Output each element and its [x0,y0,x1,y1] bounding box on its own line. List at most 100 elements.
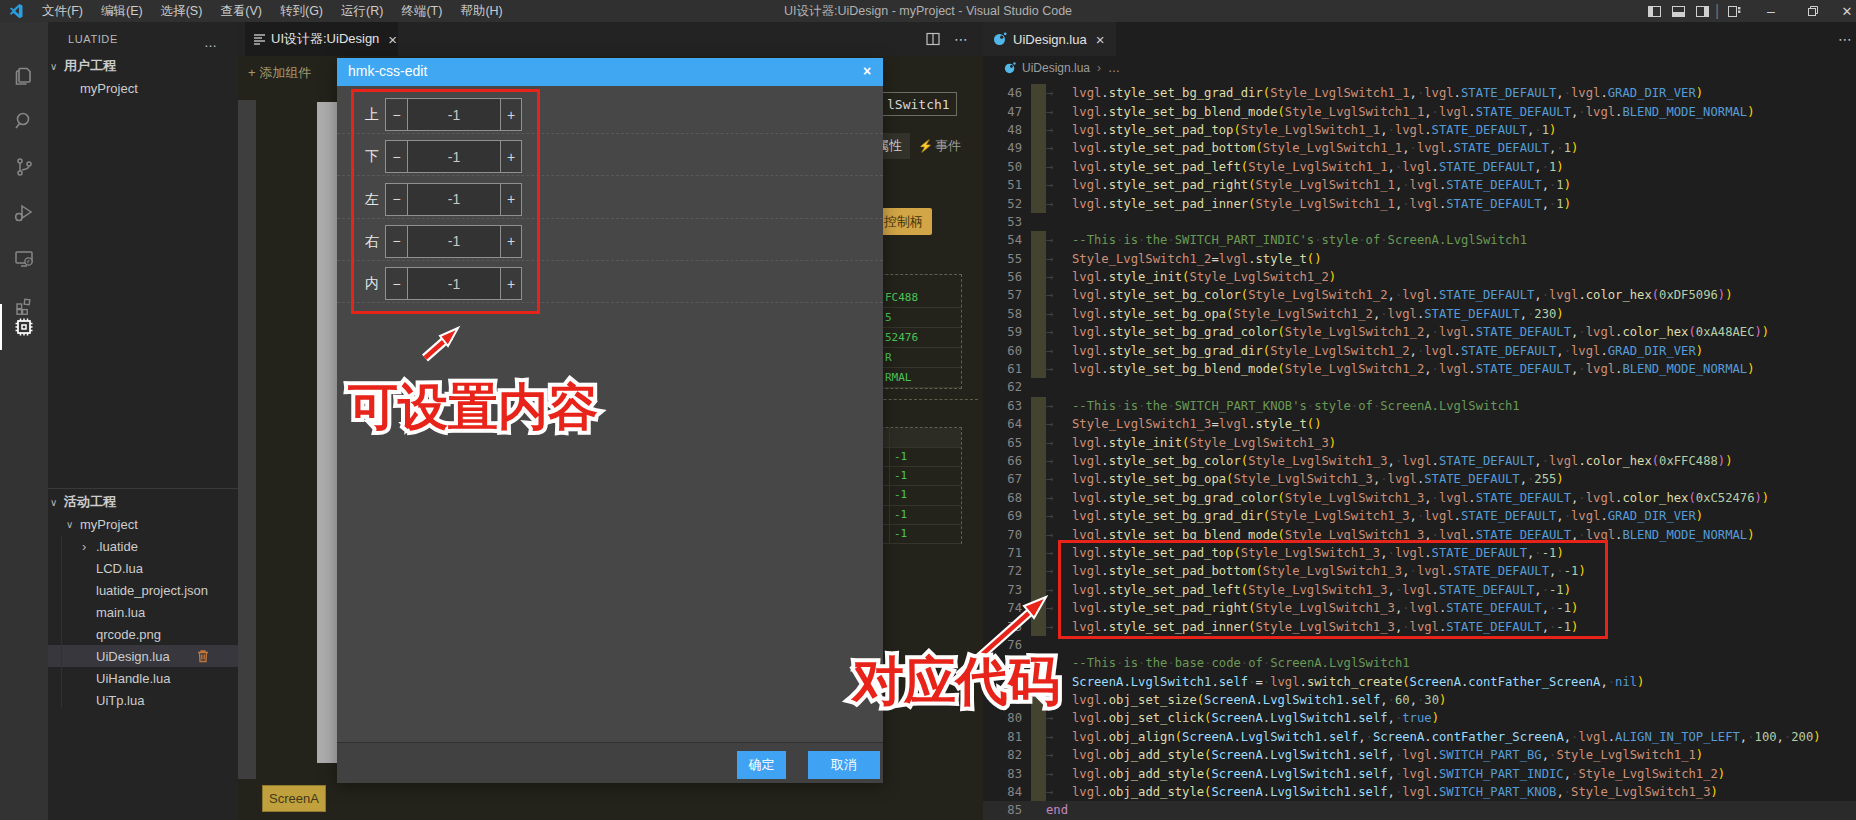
source-control-icon[interactable] [0,144,48,190]
maximize-button[interactable] [1804,0,1822,22]
dialog-close-icon[interactable]: × [863,63,871,79]
tree-item-luatide[interactable]: ›.luatide [48,535,238,557]
menu-item[interactable]: 编辑(E) [92,0,152,22]
tab-ui-designer[interactable]: UI设计器:UiDesign × [245,22,398,56]
menu-item[interactable]: 选择(S) [152,0,212,22]
close-button[interactable]: ✕ [1838,0,1856,22]
remote-explorer-icon[interactable] [0,236,48,282]
tab-close-icon[interactable]: × [1096,31,1105,48]
section-user-project[interactable]: ∨用户工程 [48,55,238,77]
sidebar: LUATIDE … ∨用户工程myProject∨活动工程∨myProject›… [48,22,238,820]
menu-item[interactable]: 文件(F) [33,0,92,22]
tree-item-label: qrcode.png [96,627,161,642]
code-line-58[interactable]: 58→lvgl.style_set_bg_opa(Style_LvglSwitc… [983,305,1856,323]
tab-close-icon[interactable]: × [388,31,397,48]
tree-item-mainlua[interactable]: main.lua [48,601,238,623]
code-line-67[interactable]: 67→lvgl.style_set_bg_opa(Style_LvglSwitc… [983,470,1856,488]
minimize-button[interactable]: – [1762,0,1780,22]
pad-value: -1 [894,450,907,463]
split-editor-icon[interactable] [926,32,940,46]
code-line-55[interactable]: 55→Style_LvglSwitch1_2=lvgl.style_t() [983,250,1856,268]
gutter-marker [1031,709,1046,727]
explorer-icon[interactable] [0,52,48,98]
tree-item-lcdlua[interactable]: LCD.lua [48,557,238,579]
code-line-80[interactable]: 80→lvgl.obj_set_click(ScreenA.LvglSwitch… [983,709,1856,727]
code-line-56[interactable]: 56→lvgl.style_init(Style_LvglSwitch1_2) [983,268,1856,286]
layout-sidebar-right-icon[interactable] [1694,0,1710,22]
code-line-46[interactable]: 46→lvgl.style_set_bg_grad_dir(Style_Lvgl… [983,84,1856,102]
code-line-47[interactable]: 47→lvgl.style_set_bg_blend_mode(Style_Lv… [983,102,1856,120]
code-line-83[interactable]: 83→lvgl.obj_add_style(ScreenA.LvglSwitch… [983,764,1856,782]
customize-layout-icon[interactable] [1726,0,1742,22]
code-line-48[interactable]: 48→lvgl.style_set_pad_top(Style_LvglSwit… [983,121,1856,139]
code-line-65[interactable]: 65→lvgl.style_init(Style_LvglSwitch1_3) [983,433,1856,451]
tree-item-uihandlelua[interactable]: UiHandle.lua [48,667,238,689]
line-number: 72 [983,564,1022,578]
search-icon[interactable] [0,98,48,144]
right-more-actions-icon[interactable]: ⋯ [1838,31,1853,47]
code-line-59[interactable]: 59→lvgl.style_set_bg_grad_color(Style_Lv… [983,323,1856,341]
left-more-actions-icon[interactable]: ⋯ [954,31,969,47]
code-line-64[interactable]: 64→Style_LvglSwitch1_3=lvgl.style_t() [983,415,1856,433]
tab-uidesign-lua[interactable]: UiDesign.lua × [983,22,1116,56]
tree-item-label: 活动工程 [64,493,116,511]
tree-item-myproject[interactable]: myProject [48,77,238,99]
line-number: 60 [983,344,1022,358]
menu-item[interactable]: 终端(T) [392,0,451,22]
ok-button[interactable]: 确定 [737,751,786,779]
breadcrumb[interactable]: UiDesign.lua › … [983,56,1856,80]
code-line-81[interactable]: 81→lvgl.obj_align(ScreenA.LvglSwitch1.se… [983,728,1856,746]
code-line-84[interactable]: 84→lvgl.obj_add_style(ScreenA.LvglSwitch… [983,783,1856,801]
tree-item-myproject[interactable]: ∨myProject [48,513,238,535]
tree-item-qrcodepng[interactable]: qrcode.png [48,623,238,645]
tree-item-label: myProject [80,517,138,532]
line-number: 53 [983,215,1022,229]
add-component-button[interactable]: + 添加组件 [248,64,311,82]
line-number: 55 [983,252,1022,266]
code-line-63[interactable]: 63→--This·is·the·SWITCH_PART_KNOB's·styl… [983,397,1856,415]
dialog-title-bar[interactable]: hmk-css-edit × [337,58,883,86]
screen-tab-label[interactable]: ScreenA [262,785,326,812]
menu-item[interactable]: 运行(R) [332,0,392,22]
menu-item[interactable]: 转到(G) [271,0,332,22]
tree-item-uidesignlua[interactable]: UiDesign.lua [48,645,238,667]
code-editor[interactable]: 46→lvgl.style_set_bg_grad_dir(Style_Lvgl… [983,80,1856,820]
line-number: 80 [983,711,1022,725]
code-line-69[interactable]: 69→lvgl.style_set_bg_grad_dir(Style_Lvgl… [983,507,1856,525]
section-active-project[interactable]: ∨活动工程 [48,491,238,513]
code-line-85[interactable]: 85end [983,801,1856,819]
style-value: FC488 [885,291,918,304]
gutter-marker [1031,617,1046,635]
line-number: 77 [983,656,1022,670]
delete-icon[interactable] [196,649,210,663]
code-line-57[interactable]: 57→lvgl.style_set_bg_color(Style_LvglSwi… [983,286,1856,304]
cancel-button[interactable]: 取消 [808,751,880,779]
code-line-68[interactable]: 68→lvgl.style_set_bg_grad_color(Style_Lv… [983,489,1856,507]
code-line-78[interactable]: 78→ScreenA.LvglSwitch1.self·=·lvgl.switc… [983,673,1856,691]
code-line-79[interactable]: 79→lvgl.obj_set_size(ScreenA.LvglSwitch1… [983,691,1856,709]
code-line-77[interactable]: 77→--This·is·the·base·code·of·ScreenA.Lv… [983,654,1856,672]
line-number: 84 [983,785,1022,799]
run-debug-icon[interactable] [0,190,48,236]
code-line-50[interactable]: 50→lvgl.style_set_pad_left(Style_LvglSwi… [983,158,1856,176]
layout-sidebar-icon[interactable] [1646,0,1662,22]
menu-item[interactable]: 帮助(H) [451,0,511,22]
code-line-62[interactable]: 62 [983,378,1856,396]
menu-item[interactable]: 查看(V) [211,0,271,22]
code-line-54[interactable]: 54→--This·is·the·SWITCH_PART_INDIC's·sty… [983,231,1856,249]
code-line-66[interactable]: 66→lvgl.style_set_bg_color(Style_LvglSwi… [983,452,1856,470]
code-line-51[interactable]: 51→lvgl.style_set_pad_right(Style_LvglSw… [983,176,1856,194]
luatide-chip-icon[interactable] [0,304,48,350]
code-line-53[interactable]: 53 [983,213,1856,231]
tree-item-uitplua[interactable]: UiTp.lua [48,689,238,711]
tree-item-luatideprojectjson[interactable]: luatide_project.json [48,579,238,601]
code-line-52[interactable]: 52→lvgl.style_set_pad_inner(Style_LvglSw… [983,194,1856,212]
code-line-60[interactable]: 60→lvgl.style_set_bg_grad_dir(Style_Lvgl… [983,341,1856,359]
code-line-61[interactable]: 61→lvgl.style_set_bg_blend_mode(Style_Lv… [983,360,1856,378]
tab-events[interactable]: ⚡事件 [910,133,970,159]
sidebar-more-icon[interactable]: … [204,35,218,50]
layout-panel-icon[interactable] [1670,0,1686,22]
code-line-82[interactable]: 82→lvgl.obj_add_style(ScreenA.LvglSwitch… [983,746,1856,764]
code-line-49[interactable]: 49→lvgl.style_set_pad_bottom(Style_LvglS… [983,139,1856,157]
line-number: 65 [983,436,1022,450]
